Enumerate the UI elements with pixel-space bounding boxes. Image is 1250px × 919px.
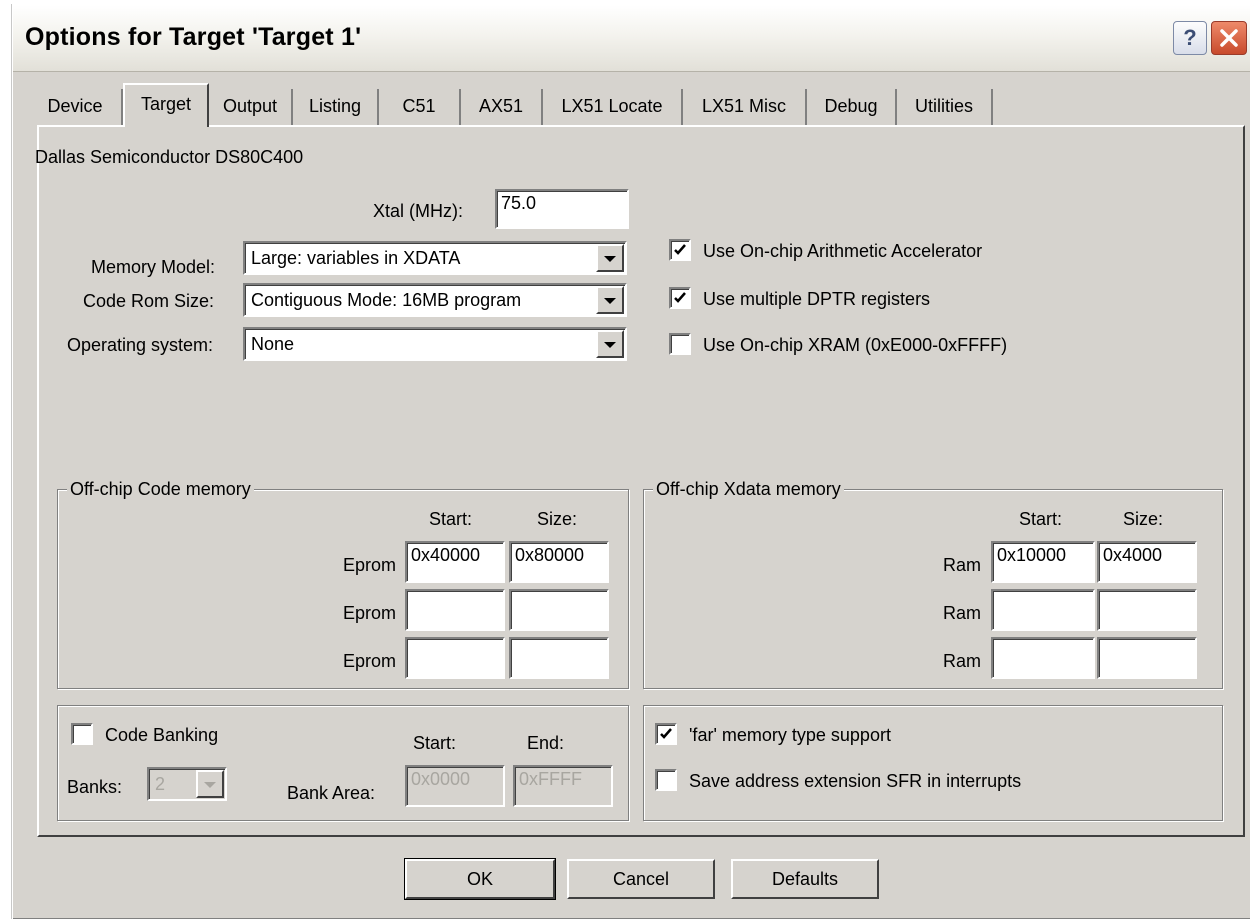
code-rom-size-value: Contiguous Mode: 16MB program (251, 290, 522, 310)
ram-label: Ram (943, 555, 982, 575)
chevron-down-icon[interactable] (596, 330, 624, 358)
multi-dptr-label: Use multiple DPTR registers (703, 289, 931, 309)
far-support-label: 'far' memory type support (689, 725, 891, 745)
banks-select[interactable]: 2 (147, 767, 227, 801)
eprom-size-input[interactable]: 0x80000 (509, 541, 609, 583)
eprom-label: Eprom (343, 603, 397, 623)
code-memory-title: Off-chip Code memory (67, 479, 254, 500)
ram-start-input[interactable]: 0x10000 (991, 541, 1095, 583)
code-size-header: Size: (537, 509, 578, 529)
checkmark-icon (660, 728, 672, 739)
save-sfr-checkbox[interactable] (655, 769, 677, 791)
defaults-button[interactable]: Defaults (731, 859, 879, 899)
multi-dptr-checkbox[interactable] (669, 287, 691, 309)
memory-model-label: Memory Model: (91, 257, 216, 277)
arith-accel-label: Use On-chip Arithmetic Accelerator (703, 241, 983, 261)
operating-system-select[interactable]: None (243, 327, 627, 361)
xtal-input[interactable]: 75.0 (495, 189, 629, 229)
tab-output[interactable]: Output (209, 89, 293, 125)
code-banking-label: Code Banking (105, 725, 219, 745)
arith-accel-checkbox[interactable] (669, 239, 691, 261)
ok-button[interactable]: OK (404, 858, 556, 900)
bank-area-start-input[interactable]: 0x0000 (405, 765, 505, 807)
ram-size-input[interactable] (1097, 589, 1197, 631)
tab-utilities[interactable]: Utilities (897, 89, 993, 125)
eprom-label: Eprom (343, 555, 397, 575)
tab-debug[interactable]: Debug (807, 89, 897, 125)
ram-label: Ram (943, 651, 982, 671)
banking-end-header: End: (527, 733, 565, 753)
far-options-group (643, 705, 1223, 821)
chevron-down-icon[interactable] (596, 286, 624, 314)
bank-area-label: Bank Area: (287, 783, 376, 803)
far-support-checkbox[interactable] (655, 723, 677, 745)
xdata-size-header: Size: (1123, 509, 1164, 529)
code-rom-size-select[interactable]: Contiguous Mode: 16MB program (243, 283, 627, 317)
operating-system-label: Operating system: (67, 335, 214, 355)
code-banking-checkbox[interactable] (71, 723, 93, 745)
device-name: Dallas Semiconductor DS80C400 (35, 147, 304, 167)
chevron-down-icon[interactable] (596, 244, 624, 272)
banks-value: 2 (155, 774, 166, 794)
cancel-button[interactable]: Cancel (567, 859, 715, 899)
help-button[interactable]: ? (1173, 21, 1207, 55)
xtal-label: Xtal (MHz): (373, 201, 463, 221)
title-bar: Options for Target 'Target 1' ? (13, 5, 1250, 72)
tab-c51[interactable]: C51 (379, 89, 461, 125)
tab-lx51-locate[interactable]: LX51 Locate (543, 89, 683, 125)
eprom-start-input[interactable] (405, 637, 505, 679)
question-mark-icon: ? (1183, 25, 1197, 50)
checkmark-icon (674, 244, 686, 255)
close-icon (1220, 29, 1238, 47)
tab-ax51[interactable]: AX51 (461, 89, 543, 125)
banking-start-header: Start: (413, 733, 457, 753)
eprom-label: Eprom (343, 651, 397, 671)
tab-listing[interactable]: Listing (293, 89, 379, 125)
ram-start-input[interactable] (991, 589, 1095, 631)
memory-model-select[interactable]: Large: variables in XDATA (243, 241, 627, 275)
onchip-xram-label: Use On-chip XRAM (0xE000-0xFFFF) (703, 335, 1008, 355)
eprom-start-input[interactable]: 0x40000 (405, 541, 505, 583)
tab-device[interactable]: Device (29, 89, 123, 125)
ram-start-input[interactable] (991, 637, 1095, 679)
eprom-size-input[interactable] (509, 589, 609, 631)
banks-label: Banks: (67, 777, 123, 797)
ram-size-input[interactable] (1097, 637, 1197, 679)
onchip-xram-checkbox[interactable] (669, 333, 691, 355)
tab-lx51-misc[interactable]: LX51 Misc (683, 89, 807, 125)
eprom-size-input[interactable] (509, 637, 609, 679)
close-button[interactable] (1211, 21, 1247, 55)
chevron-down-icon[interactable] (196, 770, 224, 798)
options-dialog: Options for Target 'Target 1' ? Device T… (12, 4, 1250, 919)
xdata-memory-title: Off-chip Xdata memory (653, 479, 844, 500)
checkmark-icon (674, 292, 686, 303)
xdata-start-header: Start: (1019, 509, 1063, 529)
code-rom-size-label: Code Rom Size: (83, 291, 215, 311)
operating-system-value: None (251, 334, 295, 354)
memory-model-value: Large: variables in XDATA (251, 248, 461, 268)
code-start-header: Start: (429, 509, 473, 529)
ram-label: Ram (943, 603, 982, 623)
eprom-start-input[interactable] (405, 589, 505, 631)
tab-target[interactable]: Target (123, 83, 209, 127)
bank-area-end-input[interactable]: 0xFFFF (513, 765, 613, 807)
save-sfr-label: Save address extension SFR in interrupts (689, 771, 1022, 791)
ram-size-input[interactable]: 0x4000 (1097, 541, 1197, 583)
dialog-title: Options for Target 'Target 1' (25, 23, 362, 51)
